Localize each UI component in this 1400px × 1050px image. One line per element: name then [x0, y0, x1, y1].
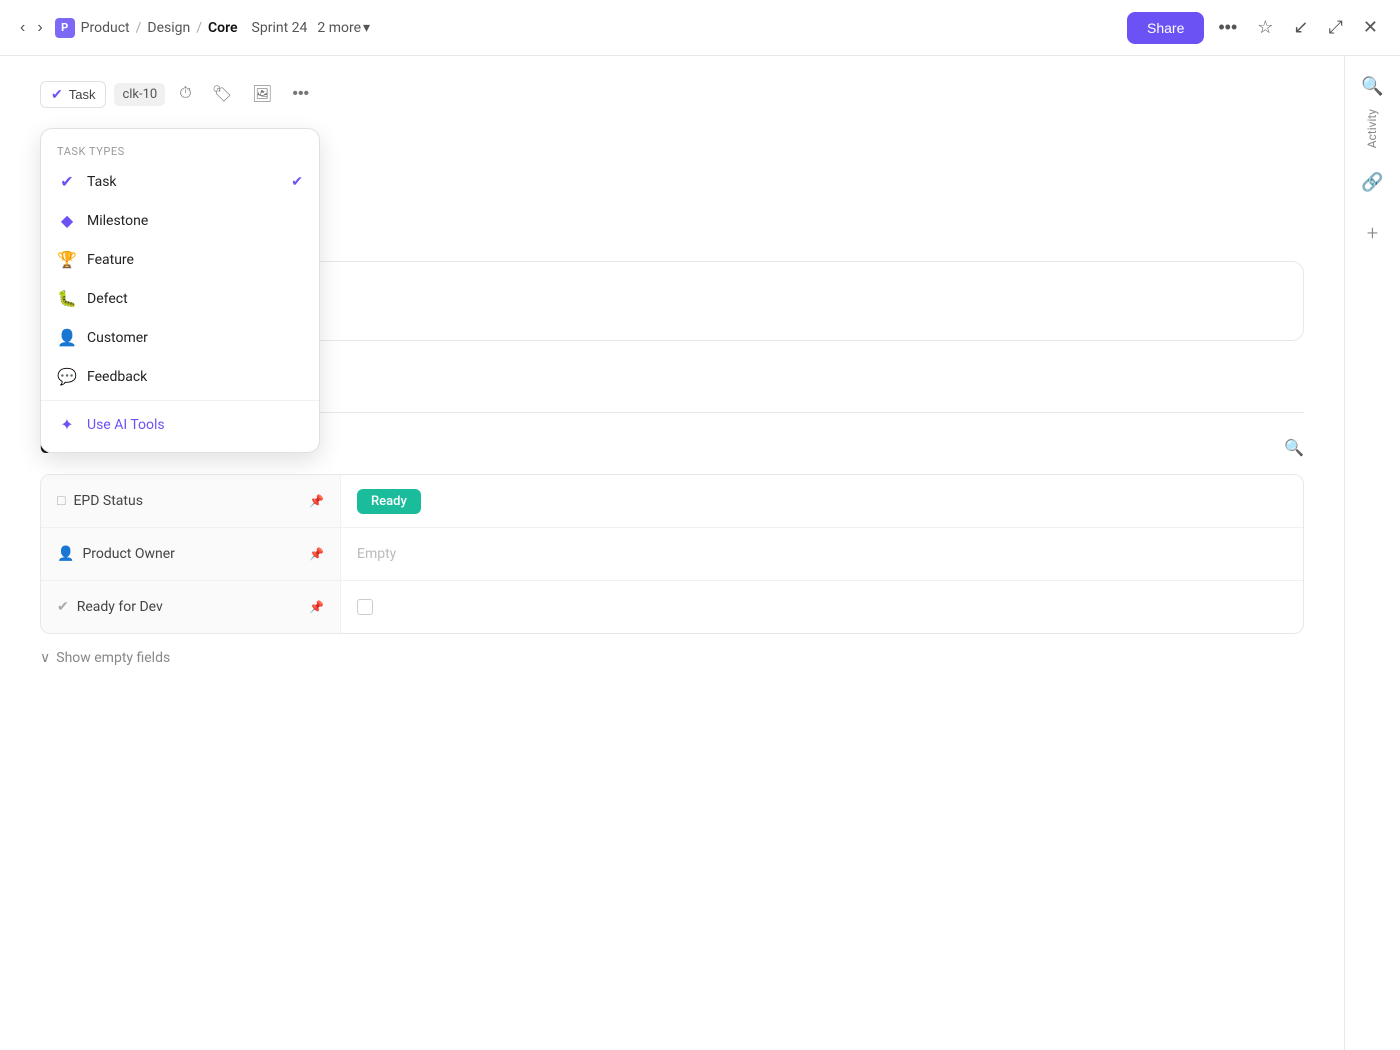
dropdown-item-milestone[interactable]: ◆ Milestone	[41, 201, 319, 240]
feedback-label: Feedback	[87, 369, 147, 385]
dropdown-divider	[41, 400, 319, 401]
content-area: ✔ Task clk-10 ⏱ 🏷 🖼 ••• Task types ✔ Tas…	[0, 56, 1344, 1050]
breadcrumb-core[interactable]: Core	[208, 20, 238, 36]
product-owner-empty: Empty	[357, 546, 396, 562]
dropdown-item-feature[interactable]: 🏆 Feature	[41, 240, 319, 279]
activity-search-icon[interactable]: 🔍	[1357, 72, 1387, 101]
task-types-dropdown: Task types ✔ Task ✔ ◆ Milestone 🏆 Featur…	[40, 128, 320, 453]
ready-for-dev-pin-icon[interactable]: 📌	[309, 600, 324, 614]
expand-button[interactable]: ⤢	[1323, 13, 1349, 42]
breadcrumb-more[interactable]: 2 more ▾	[317, 20, 370, 36]
show-empty-label: Show empty fields	[56, 650, 170, 666]
defect-icon: 🐛	[57, 289, 77, 308]
ai-icon: ✦	[57, 415, 77, 434]
activity-label: Activity	[1365, 109, 1379, 148]
breadcrumb-sep-2: /	[196, 20, 202, 36]
more-task-options-button[interactable]: •••	[286, 81, 315, 107]
download-button[interactable]: ↙	[1287, 13, 1314, 42]
timer-button[interactable]: ⏱	[173, 81, 197, 107]
epd-status-icon: □	[57, 492, 65, 509]
milestone-icon: ◆	[57, 211, 77, 230]
image-button[interactable]: 🖼	[246, 80, 278, 108]
field-label-ready-for-dev: ✔ Ready for Dev 📌	[41, 581, 341, 633]
epd-status-badge[interactable]: Ready	[357, 489, 421, 514]
task-type-icon: ✔	[57, 172, 77, 191]
breadcrumb-sprint[interactable]: Sprint 24	[252, 20, 308, 36]
field-value-product-owner: Empty	[341, 534, 1303, 574]
topbar-left: ‹ › P Product / Design / Core Sprint 24 …	[16, 15, 370, 41]
breadcrumb-product[interactable]: Product	[81, 20, 130, 36]
nav-forward-button[interactable]: ›	[33, 15, 46, 41]
field-label-epd-status: □ EPD Status 📌	[41, 475, 341, 527]
show-empty-fields[interactable]: ∨ Show empty fields	[40, 650, 1304, 666]
ready-for-dev-checkbox[interactable]	[357, 599, 373, 615]
feedback-icon: 💬	[57, 367, 77, 386]
breadcrumb-sep-1: /	[136, 20, 142, 36]
epd-status-pin-icon[interactable]: 📌	[309, 494, 324, 508]
ready-for-dev-icon: ✔	[57, 599, 69, 615]
field-value-epd-status: Ready	[341, 481, 1303, 521]
dropdown-ai-item[interactable]: ✦ Use AI Tools	[41, 405, 319, 444]
nav-back-button[interactable]: ‹	[16, 15, 29, 41]
feature-icon: 🏆	[57, 250, 77, 269]
sidebar-add-icon[interactable]: +	[1363, 217, 1382, 249]
task-type-button[interactable]: ✔ Task	[40, 81, 106, 108]
topbar-right: Share ••• ☆ ↙ ⤢ ✕	[1127, 12, 1384, 44]
breadcrumb-design[interactable]: Design	[147, 20, 190, 36]
milestone-label: Milestone	[87, 213, 148, 229]
breadcrumb: P Product / Design / Core Sprint 24 2 mo…	[55, 18, 370, 38]
task-header: ✔ Task clk-10 ⏱ 🏷 🖼 ••• Task types ✔ Tas…	[40, 80, 1304, 108]
product-owner-label: Product Owner	[82, 546, 174, 562]
task-check-icon: ✔	[51, 86, 63, 103]
dropdown-item-defect[interactable]: 🐛 Defect	[41, 279, 319, 318]
field-row-ready-for-dev: ✔ Ready for Dev 📌	[41, 581, 1303, 633]
show-empty-chevron-icon: ∨	[40, 650, 50, 666]
task-id-badge: clk-10	[114, 83, 165, 106]
close-button[interactable]: ✕	[1357, 13, 1384, 42]
project-icon: P	[55, 18, 75, 38]
task-selected-check: ✔	[291, 174, 303, 190]
field-label-product-owner: 👤 Product Owner 📌	[41, 528, 341, 580]
customer-icon: 👤	[57, 328, 77, 347]
custom-fields-section: Custom Fields 🔍 □ EPD Status 📌 Ready	[40, 437, 1304, 666]
epd-status-label: EPD Status	[73, 493, 142, 509]
sidebar-search-group: 🔍 Activity	[1357, 72, 1387, 148]
product-owner-pin-icon[interactable]: 📌	[309, 547, 324, 561]
product-owner-icon: 👤	[57, 546, 74, 562]
sidebar-link-icon[interactable]: 🔗	[1357, 168, 1387, 197]
task-type-item-label: Task	[87, 174, 117, 190]
more-options-button[interactable]: •••	[1212, 13, 1243, 42]
star-button[interactable]: ☆	[1251, 13, 1279, 42]
field-value-ready-for-dev	[341, 587, 1303, 627]
dropdown-section-label: Task types	[41, 137, 319, 162]
dropdown-item-task[interactable]: ✔ Task ✔	[41, 162, 319, 201]
ai-tools-label: Use AI Tools	[87, 417, 165, 433]
right-sidebar: 🔍 Activity 🔗 +	[1344, 56, 1400, 1050]
task-type-label: Task	[69, 87, 96, 102]
fields-table: □ EPD Status 📌 Ready 👤 Product Owner 📌	[40, 474, 1304, 634]
share-button[interactable]: Share	[1127, 12, 1204, 44]
tag-button[interactable]: 🏷	[206, 80, 238, 108]
dropdown-item-feedback[interactable]: 💬 Feedback	[41, 357, 319, 396]
defect-label: Defect	[87, 291, 128, 307]
field-row-epd-status: □ EPD Status 📌 Ready	[41, 475, 1303, 528]
field-row-product-owner: 👤 Product Owner 📌 Empty	[41, 528, 1303, 581]
main-container: ✔ Task clk-10 ⏱ 🏷 🖼 ••• Task types ✔ Tas…	[0, 56, 1400, 1050]
feature-label: Feature	[87, 252, 134, 268]
ready-for-dev-label: Ready for Dev	[77, 599, 163, 615]
nav-arrows: ‹ ›	[16, 15, 47, 41]
search-section-icon[interactable]: 🔍	[1284, 438, 1304, 457]
customer-label: Customer	[87, 330, 148, 346]
dropdown-item-customer[interactable]: 👤 Customer	[41, 318, 319, 357]
topbar: ‹ › P Product / Design / Core Sprint 24 …	[0, 0, 1400, 56]
